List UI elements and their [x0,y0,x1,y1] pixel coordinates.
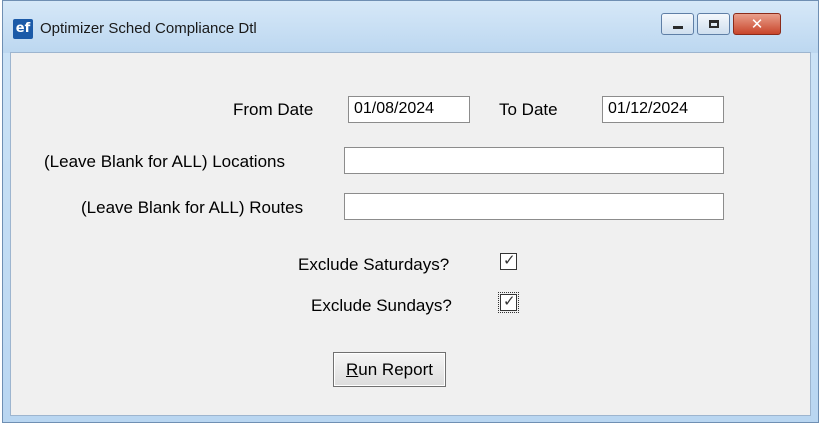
routes-field[interactable] [344,193,724,220]
to-date-field[interactable]: 01/12/2024 [602,96,724,123]
locations-field[interactable] [344,147,724,174]
checkmark-icon: ✓ [503,251,516,269]
title-bar[interactable]: ef Optimizer Sched Compliance Dtl ✕ [3,1,818,53]
checkmark-icon: ✓ [503,292,516,310]
maximize-button[interactable] [697,13,730,35]
window-title: Optimizer Sched Compliance Dtl [40,20,257,37]
exclude-saturdays-checkbox[interactable]: ✓ [500,251,517,270]
minimize-icon [673,26,683,29]
run-report-button[interactable]: Run Report [333,352,446,387]
run-report-label: un Report [358,360,433,379]
maximize-icon [709,20,719,28]
locations-label: (Leave Blank for ALL) Locations [44,152,285,171]
app-logo-icon: ef [13,19,33,39]
from-date-label: From Date [233,100,314,119]
exclude-sundays-checkbox[interactable]: ✓ [498,292,519,313]
close-icon: ✕ [750,15,764,33]
from-date-field[interactable]: 01/08/2024 [348,96,470,123]
exclude-saturdays-label: Exclude Saturdays? [298,255,450,274]
app-window: ef Optimizer Sched Compliance Dtl ✕ From… [0,0,821,423]
minimize-button[interactable] [661,13,694,35]
exclude-sundays-label: Exclude Sundays? [311,296,452,315]
dialog-body: From Date 01/08/2024 To Date 01/12/2024 … [10,52,811,416]
run-report-mnemonic: R [346,360,359,379]
to-date-label: To Date [499,100,558,119]
close-button[interactable]: ✕ [733,13,781,35]
routes-label: (Leave Blank for ALL) Routes [81,198,304,217]
